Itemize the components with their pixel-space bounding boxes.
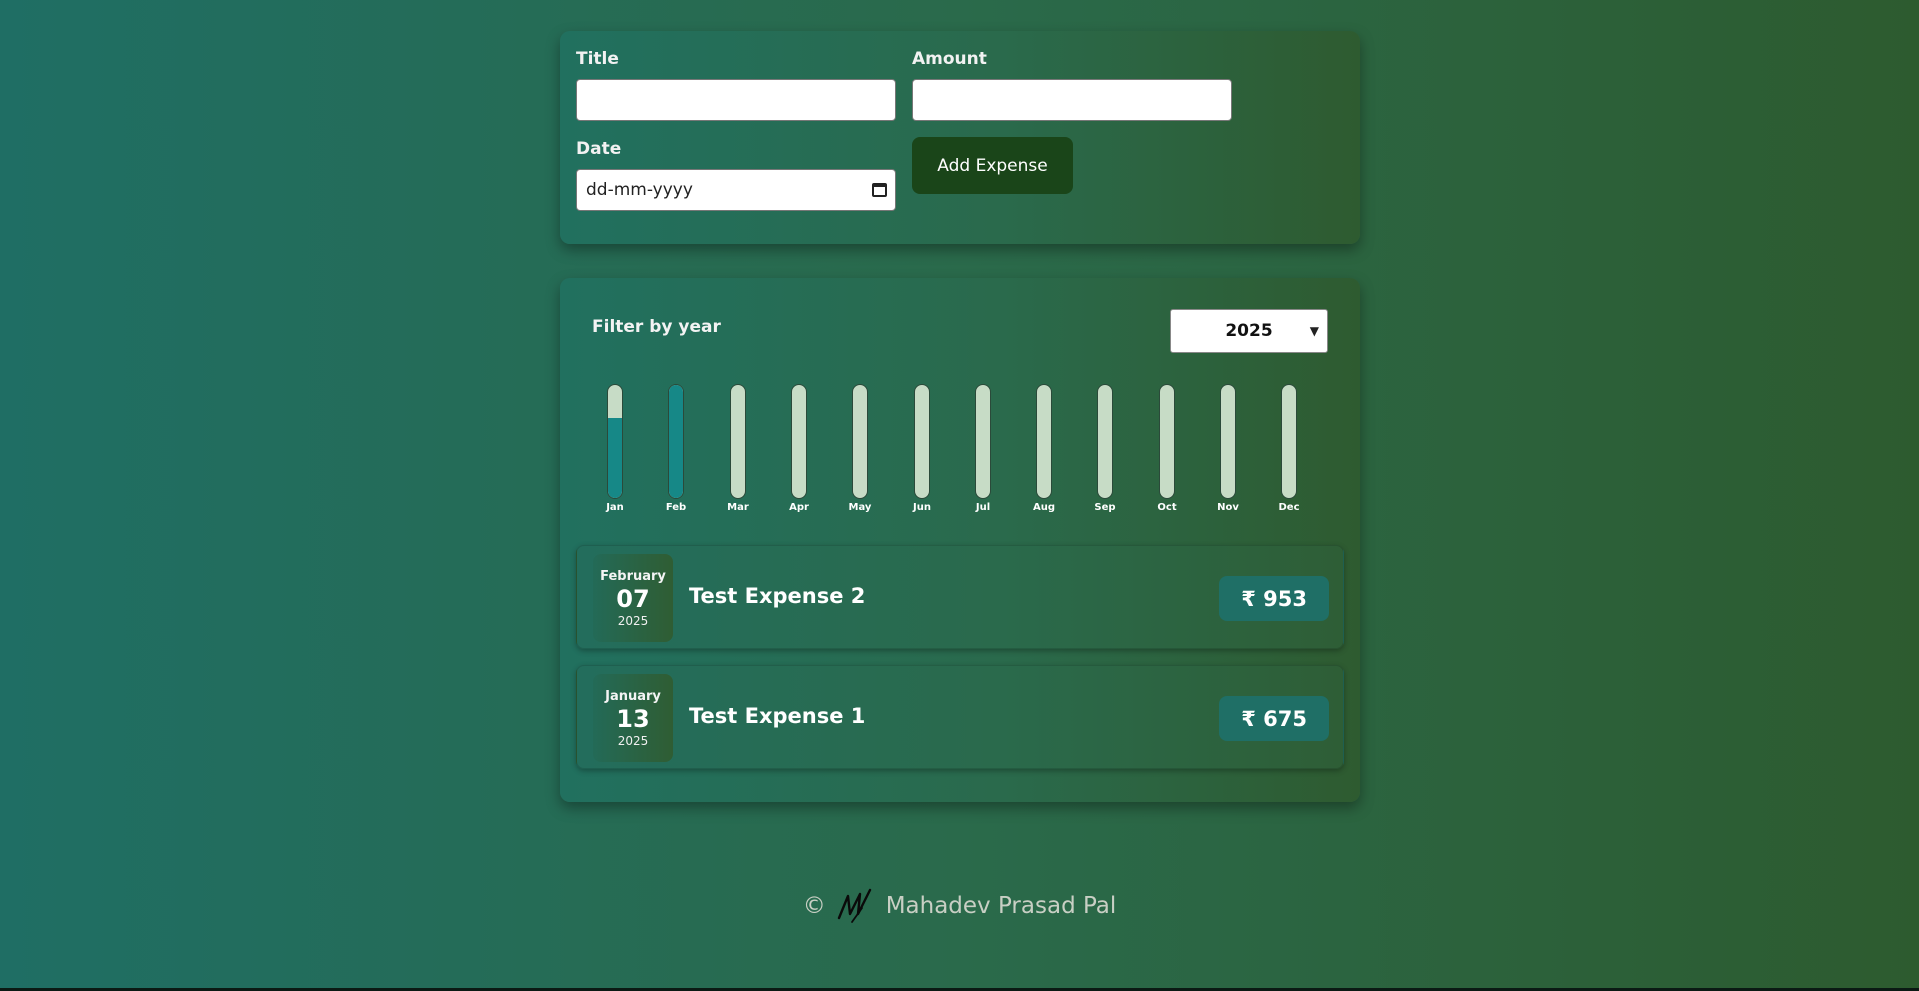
chart-bar-track [668, 384, 684, 499]
chart-bar-label: Oct [1157, 502, 1177, 513]
chart-bar-track [730, 384, 746, 499]
chart-bar-track [914, 384, 930, 499]
chart-bar-jun: Jun [902, 384, 942, 513]
expense-amount: ₹ 675 [1219, 696, 1329, 741]
title-input[interactable] [576, 79, 896, 121]
expense-date: January 13 2025 [593, 674, 673, 762]
chart-bar-track [975, 384, 991, 499]
year-select-value: 2025 [1225, 321, 1273, 341]
expense-title: Test Expense 1 [689, 704, 866, 728]
expense-amount: ₹ 953 [1219, 576, 1329, 621]
chart-bar-label: Jul [975, 502, 991, 513]
chart-bar-feb: Feb [656, 384, 696, 513]
date-label: Date [576, 139, 622, 159]
expense-month: January [605, 688, 661, 704]
chart-bar-apr: Apr [779, 384, 819, 513]
chart-bar-sep: Sep [1085, 384, 1125, 513]
copyright-symbol: © [802, 893, 826, 919]
chart-bar-jan: Jan [595, 384, 635, 513]
chart-bar-oct: Oct [1147, 384, 1187, 513]
chart-bar-may: May [840, 384, 880, 513]
chart-bar-track [1159, 384, 1175, 499]
expense-item: January 13 2025 Test Expense 1 ₹ 675 [576, 665, 1344, 769]
chart-bar-nov: Nov [1208, 384, 1248, 513]
expense-day: 13 [616, 704, 650, 733]
expenses-panel: Filter by year 2025 ▼ Jan Feb Mar Apr May Jun… [560, 278, 1360, 802]
chart-bar-aug: Aug [1024, 384, 1064, 513]
chart-bar-label: Jun [913, 502, 931, 513]
author-name: Mahadev Prasad Pal [885, 893, 1117, 919]
chart-bar-track [1281, 384, 1297, 499]
chart-bar-track [1097, 384, 1113, 499]
expense-year: 2025 [617, 613, 649, 628]
chart-bar-jul: Jul [963, 384, 1003, 513]
footer: © Mahadev Prasad Pal [0, 888, 1919, 924]
expense-title: Test Expense 2 [689, 584, 866, 608]
title-label: Title [576, 49, 619, 69]
calendar-icon[interactable] [872, 183, 887, 197]
chart-bar-track [607, 384, 623, 499]
amount-input[interactable] [912, 79, 1232, 121]
chart-bar-mar: Mar [718, 384, 758, 513]
chart-bar-label: Aug [1032, 502, 1056, 513]
chart-bar-label: Mar [727, 502, 749, 513]
chart-bar-label: May [848, 502, 872, 513]
chart-bar-fill [608, 417, 622, 498]
expense-day: 07 [616, 584, 650, 613]
filter-label: Filter by year [592, 317, 721, 337]
year-select[interactable]: 2025 ▼ [1170, 309, 1328, 353]
expense-form: Title Amount Date dd-mm-yyyy Add Expense [560, 31, 1360, 244]
chart-bar-label: Dec [1278, 502, 1300, 513]
signature-icon [837, 888, 871, 923]
date-input[interactable]: dd-mm-yyyy [576, 169, 896, 211]
chart-bar-track [852, 384, 868, 499]
add-expense-button[interactable]: Add Expense [912, 137, 1073, 194]
expense-month: February [600, 568, 666, 584]
chevron-down-icon: ▼ [1309, 324, 1319, 338]
chart-bar-track [1036, 384, 1052, 499]
chart-bar-label: Apr [789, 502, 809, 513]
chart-bar-label: Nov [1217, 502, 1239, 513]
amount-label: Amount [912, 49, 987, 69]
chart-bar-dec: Dec [1269, 384, 1309, 513]
chart-bar-fill [669, 385, 683, 498]
chart-bar-label: Sep [1094, 502, 1116, 513]
chart-bar-track [1220, 384, 1236, 499]
chart-bar-label: Feb [665, 502, 687, 513]
expense-year: 2025 [617, 733, 649, 748]
chart-bar-label: Jan [606, 502, 624, 513]
expenses-chart: Jan Feb Mar Apr May Jun Jul Aug Sep Oct Nov Dec [600, 384, 1300, 514]
expense-date: February 07 2025 [593, 554, 673, 642]
chart-bar-track [791, 384, 807, 499]
expense-item: February 07 2025 Test Expense 2 ₹ 953 [576, 545, 1344, 649]
date-placeholder: dd-mm-yyyy [586, 180, 693, 200]
